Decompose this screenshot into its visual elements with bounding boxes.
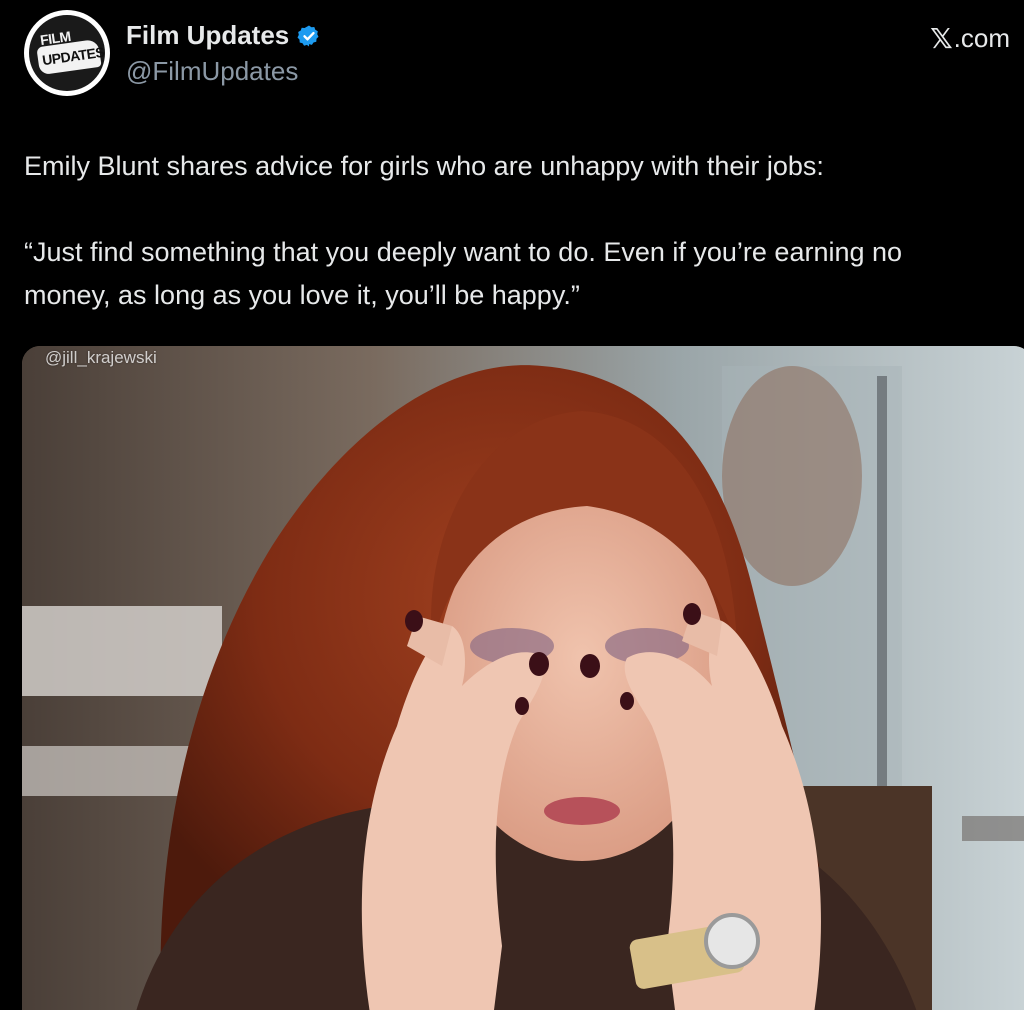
author-name-row: Film Updates [126,20,321,51]
verified-badge-icon [297,25,319,46]
brand-domain: .com [953,23,1010,53]
tweet-quote-line: “Just find something that you deeply wan… [24,237,903,267]
tweet-card[interactable]: FILM UPDATES Film Updates @FilmUpdates 𝕏… [0,0,1024,1010]
author-display-name[interactable]: Film Updates [126,20,289,51]
x-logo-icon: 𝕏 [930,23,953,54]
x-com-brand: 𝕏 .com [930,22,1010,55]
tweet-media-image[interactable] [22,346,1024,1010]
avatar[interactable]: FILM UPDATES [24,10,110,96]
tweet-quote-line: money, as long as you love it, you’ll be… [24,280,580,310]
tweet-text: Emily Blunt shares advice for girls who … [24,145,1004,317]
author-handle[interactable]: @FilmUpdates [126,56,298,87]
photo-illustration [22,346,1024,1010]
image-watermark: @jill_krajewski [45,348,157,367]
tweet-text-line: Emily Blunt shares advice for girls who … [24,151,824,181]
